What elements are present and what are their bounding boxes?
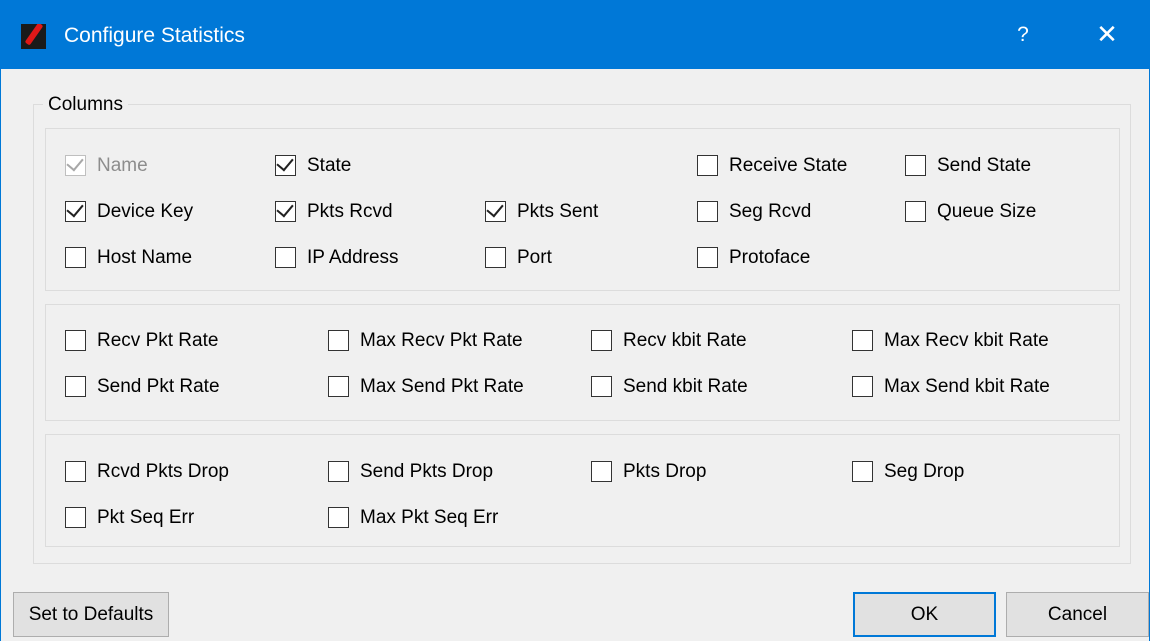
- checkbox-box[interactable]: [65, 507, 86, 528]
- set-to-defaults-button[interactable]: Set to Defaults: [13, 592, 169, 637]
- checkbox-box[interactable]: [328, 376, 349, 397]
- checkbox-label: Pkts Drop: [623, 461, 707, 482]
- checkbox-box[interactable]: [328, 507, 349, 528]
- checkbox-label: Port: [517, 247, 552, 268]
- checkbox-box[interactable]: [65, 153, 86, 176]
- close-button[interactable]: ✕: [1085, 17, 1129, 53]
- checkbox-label: State: [307, 155, 352, 176]
- drop-columns-frame: [45, 434, 1120, 547]
- help-button[interactable]: ?: [1001, 17, 1045, 53]
- checkbox-label: Pkts Sent: [517, 201, 599, 222]
- cancel-button[interactable]: Cancel: [1006, 592, 1149, 637]
- checkbox-box[interactable]: [591, 376, 612, 397]
- checkbox-box[interactable]: [65, 461, 86, 482]
- checkbox-label: Send Pkt Rate: [97, 376, 220, 397]
- checkbox-box[interactable]: [65, 199, 86, 222]
- checkbox-label: Protoface: [729, 247, 811, 268]
- checkbox-label: IP Address: [307, 247, 399, 268]
- check-mark-icon: [66, 199, 84, 218]
- checkbox-box[interactable]: [852, 376, 873, 397]
- checkbox-label: Max Recv kbit Rate: [884, 330, 1049, 351]
- checkbox-box[interactable]: [65, 247, 86, 268]
- checkbox-label: Rcvd Pkts Drop: [97, 461, 229, 482]
- checkbox-label: Pkts Rcvd: [307, 201, 393, 222]
- columns-group-title: Columns: [43, 94, 128, 116]
- checkbox-label: Seg Drop: [884, 461, 965, 482]
- checkbox-box[interactable]: [697, 155, 718, 176]
- checkbox-label: Max Send Pkt Rate: [360, 376, 524, 397]
- checkbox-label: Pkt Seq Err: [97, 507, 195, 528]
- checkbox-label: Max Pkt Seq Err: [360, 507, 499, 528]
- checkbox-box[interactable]: [591, 330, 612, 351]
- checkbox-label: Send kbit Rate: [623, 376, 748, 397]
- checkbox-box[interactable]: [591, 461, 612, 482]
- checkbox-label: Max Send kbit Rate: [884, 376, 1050, 397]
- checkbox-label: Device Key: [97, 201, 194, 222]
- checkbox-box[interactable]: [905, 155, 926, 176]
- checkbox-box[interactable]: [697, 201, 718, 222]
- check-mark-icon: [66, 153, 84, 172]
- checkbox-label: Send State: [937, 155, 1032, 176]
- title-bar[interactable]: Configure Statistics ? ✕: [1, 0, 1150, 69]
- checkbox-label: Host Name: [97, 247, 193, 268]
- checkbox-box[interactable]: [328, 461, 349, 482]
- checkbox-box[interactable]: [328, 330, 349, 351]
- checkbox-box[interactable]: [697, 247, 718, 268]
- application-logo-icon: [21, 24, 46, 49]
- checkbox-label: Send Pkts Drop: [360, 461, 494, 482]
- checkbox-label: Max Recv Pkt Rate: [360, 330, 523, 351]
- checkbox-box[interactable]: [65, 376, 86, 397]
- dialog-title: Configure Statistics: [64, 24, 245, 47]
- checkbox-label: Receive State: [729, 155, 848, 176]
- check-mark-icon: [486, 199, 504, 218]
- configure-statistics-dialog: Configure Statistics ? ✕ Columns Name St…: [0, 0, 1150, 641]
- check-mark-icon: [276, 153, 294, 172]
- ok-button[interactable]: OK: [853, 592, 996, 637]
- checkbox-label: Name: [97, 155, 148, 176]
- checkbox-box[interactable]: [485, 199, 506, 222]
- checkbox-box[interactable]: [852, 461, 873, 482]
- checkbox-box[interactable]: [65, 330, 86, 351]
- checkbox-box[interactable]: [275, 199, 296, 222]
- checkbox-label: Queue Size: [937, 201, 1037, 222]
- checkbox-box[interactable]: [275, 247, 296, 268]
- check-mark-icon: [276, 199, 294, 218]
- rate-columns-frame: [45, 304, 1120, 421]
- checkbox-box[interactable]: [275, 153, 296, 176]
- checkbox-label: Recv Pkt Rate: [97, 330, 219, 351]
- checkbox-label: Seg Rcvd: [729, 201, 812, 222]
- checkbox-box[interactable]: [485, 247, 506, 268]
- checkbox-box[interactable]: [905, 201, 926, 222]
- checkbox-box[interactable]: [852, 330, 873, 351]
- checkbox-label: Recv kbit Rate: [623, 330, 747, 351]
